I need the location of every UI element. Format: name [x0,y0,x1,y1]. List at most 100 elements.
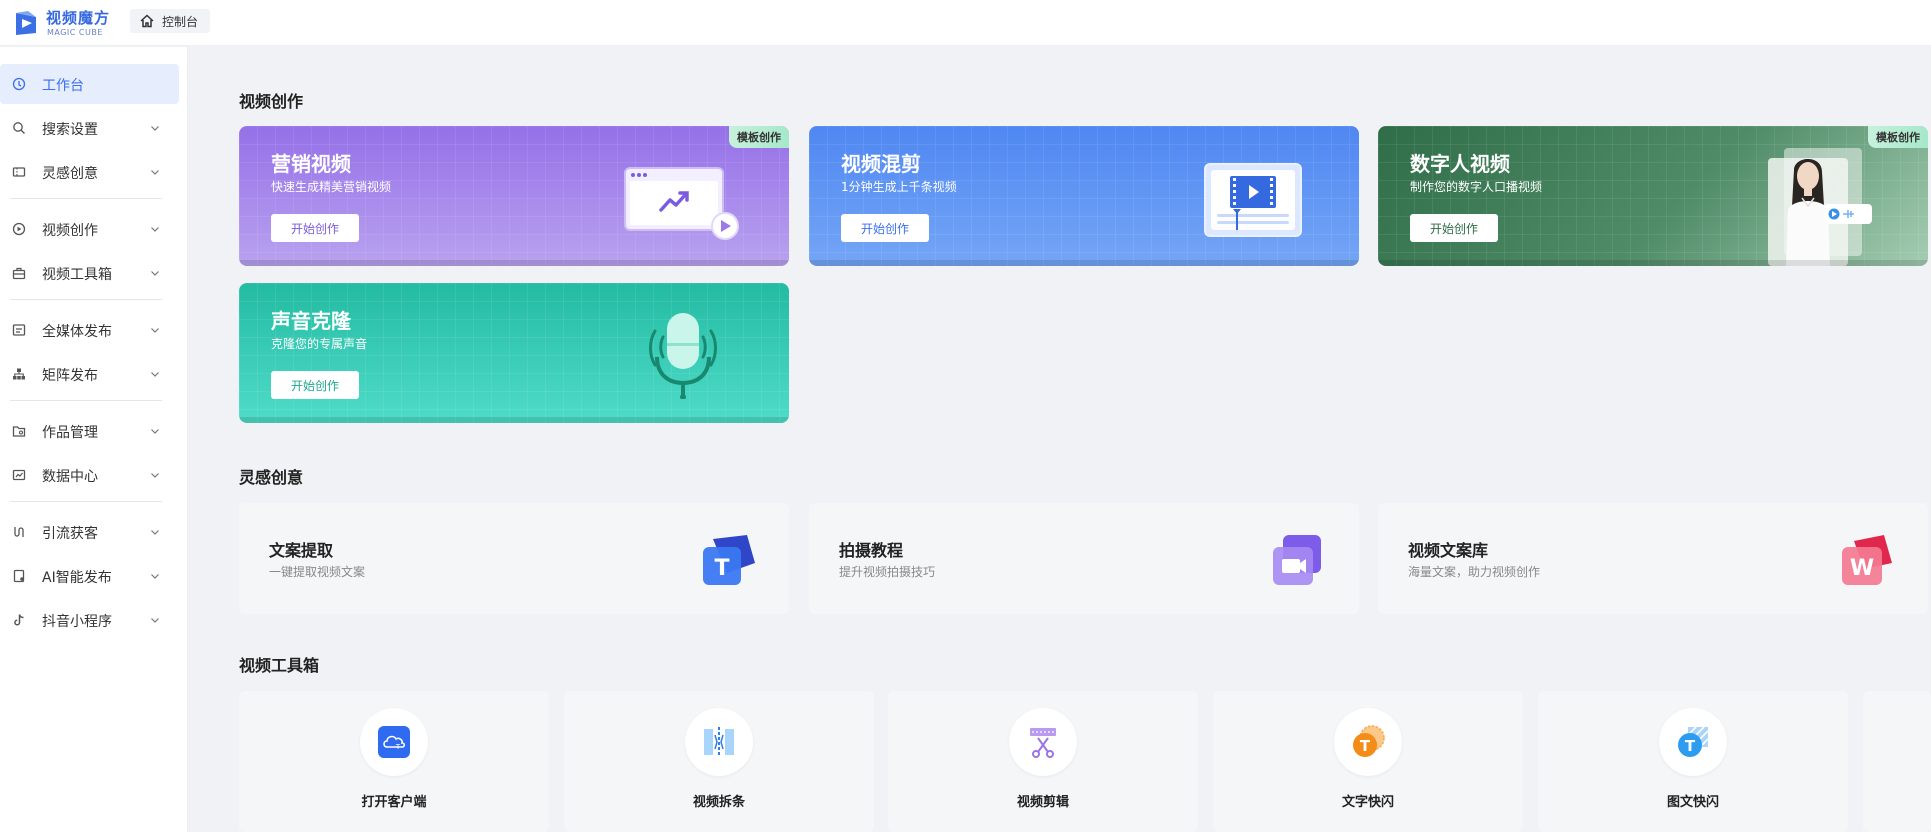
tool-video-edit[interactable]: 视频剪辑 [888,691,1198,832]
ai-publish-icon [13,569,25,583]
card-marketing-video[interactable]: 模板创作 营销视频 快速生成精美营销视频 开始创作 [239,126,789,266]
sidebar-item-works-management[interactable]: 作品管理 [0,411,180,451]
sidebar-item-label: 抖音小程序 [42,614,112,630]
card-title: 视频混剪 [841,152,921,176]
tool-label: 图文快闪 [1666,795,1719,810]
dashboard-icon [12,77,26,91]
card-title: 营销视频 [271,152,351,176]
play-circle-icon [12,222,26,236]
sidebar-item-search-settings[interactable]: 搜索设置 [0,108,180,148]
card-bottom-strip [239,417,789,423]
breadcrumb[interactable]: 控制台 [130,9,211,33]
sidebar-item-ai-publish[interactable]: AI智能发布 [0,556,180,596]
start-creation-button[interactable]: 开始创作 [271,371,359,399]
sidebar: 工作台 搜索设置 灵感创意 视频创作 视频工具箱 全媒体发布 矩阵发布 作品管理 [0,47,188,832]
tool-card-partial[interactable] [1863,691,1931,832]
svg-text:T: T [1360,737,1371,755]
chevron-down-icon [151,126,159,131]
toolbox-icon [12,267,26,280]
sidebar-item-inspiration[interactable]: 灵感创意 [0,152,180,192]
card-subtitle: 制作您的数字人口播视频 [1410,180,1543,194]
sidebar-item-douyin-miniprogram[interactable]: 抖音小程序 [0,600,180,640]
card-subtitle: 克隆您的专属声音 [271,337,368,351]
app-logo[interactable]: 视频魔方 MAGIC CUBE [12,6,122,40]
tool-icon-circle [1009,708,1077,776]
chevron-down-icon [151,372,159,377]
sidebar-item-traffic-acquisition[interactable]: 引流获客 [0,512,180,552]
logo-subtext: MAGIC CUBE [47,28,103,37]
text-extract-icon: T [703,535,755,585]
video-split-icon [704,727,734,757]
start-creation-button[interactable]: 开始创作 [1410,214,1498,242]
microphone-icon [649,313,717,399]
chevron-down-icon [151,530,159,535]
sidebar-item-data-center[interactable]: 数据中心 [0,455,180,495]
text-flash-icon: T [1353,725,1385,757]
image-text-flash-icon: T [1678,726,1709,757]
card-title: 数字人视频 [1410,152,1510,176]
card-bottom-strip [239,260,789,266]
chevron-down-icon [151,328,159,333]
cloud-client-icon: T [378,726,410,758]
chevron-down-icon [151,574,159,579]
card-copy-library[interactable]: 视频文案库 海量文案，助力视频创作 W [1378,503,1928,614]
sidebar-item-label: 矩阵发布 [42,368,98,384]
chevron-down-icon [151,429,159,434]
svg-text:T: T [714,556,729,581]
avatar-presenter-icon [1768,148,1872,266]
card-title: 声音克隆 [271,309,351,333]
sidebar-item-video-creation[interactable]: 视频创作 [0,209,180,249]
template-tag: 模板创作 [729,126,789,148]
card-shooting-tutorial[interactable]: 拍摄教程 提升视频拍摄技巧 [809,503,1359,614]
card-digital-human-video[interactable]: 模板创作 数字人视频 制作您的数字人口播视频 开始创作 [1378,126,1928,266]
chevron-down-icon [151,473,159,478]
sidebar-divider [10,299,162,300]
start-creation-button[interactable]: 开始创作 [271,214,359,242]
sidebar-item-label: 搜索设置 [42,122,98,138]
card-title: 文案提取 [269,541,334,560]
sidebar-item-video-toolbox[interactable]: 视频工具箱 [0,253,180,293]
chevron-down-icon [151,271,159,276]
card-voice-clone[interactable]: 声音克隆 克隆您的专属声音 开始创作 [239,283,789,423]
sidebar-item-label: 视频工具箱 [42,267,112,283]
top-bar: 视频魔方 MAGIC CUBE 控制台 [0,0,1931,46]
tool-icon-circle: T [360,708,428,776]
magic-cube-logo-icon [16,11,36,35]
video-editor-icon [1204,163,1302,237]
tool-open-client[interactable]: T 打开客户端 [239,691,549,832]
tool-image-text-flash[interactable]: T 图文快闪 [1538,691,1848,832]
sidebar-item-label: 数据中心 [42,469,98,485]
card-subtitle: 海量文案，助力视频创作 [1408,565,1541,579]
card-copy-extraction[interactable]: 文案提取 一键提取视频文案 T [239,503,789,614]
card-subtitle: 提升视频拍摄技巧 [839,565,936,579]
sidebar-item-dashboard[interactable]: 工作台 [0,64,179,104]
breadcrumb-label: 控制台 [162,14,199,29]
card-subtitle: 快速生成精美营销视频 [271,180,392,194]
data-icon [12,469,26,481]
word-library-icon: W [1842,535,1892,585]
card-title: 视频文案库 [1408,541,1489,560]
sidebar-divider [10,198,162,199]
tool-video-split[interactable]: 视频拆条 [564,691,874,832]
chevron-down-icon [151,227,159,232]
tool-icon-circle [685,708,753,776]
tool-text-flash[interactable]: T 文字快闪 [1213,691,1523,832]
camera-icon [1273,535,1321,585]
card-bottom-strip [809,260,1359,266]
folder-icon [12,426,26,437]
card-video-mix[interactable]: 视频混剪 1分钟生成上千条视频 开始创作 [809,126,1359,266]
home-icon [140,14,154,28]
sidebar-item-omni-publish[interactable]: 全媒体发布 [0,310,180,350]
start-creation-button[interactable]: 开始创作 [841,214,929,242]
sidebar-item-label: 全媒体发布 [42,324,112,340]
tool-icon-circle: T [1334,708,1402,776]
sidebar-item-label: 灵感创意 [42,166,98,182]
card-subtitle: 一键提取视频文案 [269,565,366,579]
sidebar-item-matrix-publish[interactable]: 矩阵发布 [0,354,180,394]
tool-icon-circle: T [1659,708,1727,776]
sidebar-item-label: 视频创作 [42,223,98,239]
chevron-down-icon [151,170,159,175]
sidebar-item-label: AI智能发布 [42,570,112,586]
ticket-icon [12,167,26,177]
svg-text:T: T [1685,737,1696,755]
